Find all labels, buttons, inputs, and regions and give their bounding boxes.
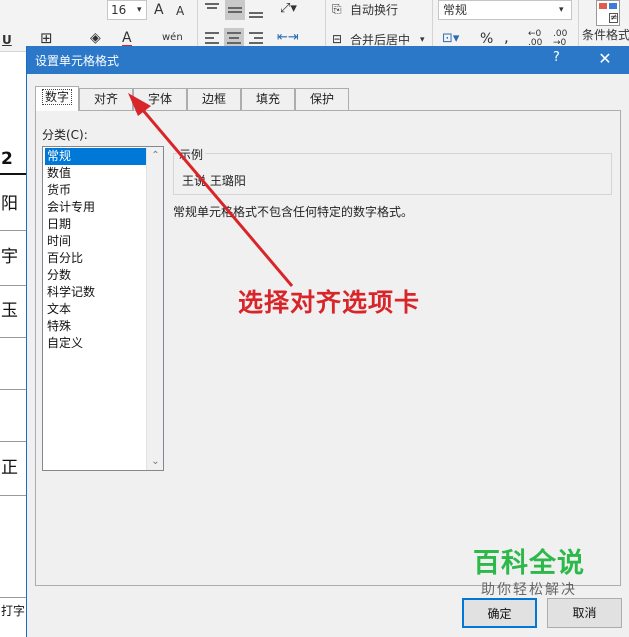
list-item[interactable]: 时间 (45, 233, 146, 250)
sheet-cell[interactable] (0, 338, 26, 390)
ribbon-divider (197, 0, 198, 52)
scroll-down-icon[interactable]: ⌄ (147, 453, 164, 470)
list-item[interactable]: 特殊 (45, 318, 146, 335)
list-item[interactable]: 数值 (45, 165, 146, 182)
sheet-cell[interactable]: 宇 (0, 231, 26, 286)
list-item[interactable]: 分数 (45, 267, 146, 284)
list-item[interactable]: 科学记数 (45, 284, 146, 301)
merge-center-icon[interactable]: ⊟ (332, 31, 342, 47)
grow-font-button[interactable]: A (154, 2, 164, 18)
conditional-format-icon[interactable]: ≠ (596, 0, 620, 26)
tab-label: 数字 (41, 89, 72, 105)
wrap-text-icon[interactable]: ⎘ (332, 1, 342, 17)
sample-legend: 示例 (177, 146, 206, 163)
list-item[interactable]: 货币 (45, 182, 146, 199)
tab-label: 边框 (201, 92, 226, 106)
tab-protection[interactable]: 保护 (295, 88, 349, 110)
indent-icon[interactable]: ⇤⇥ (277, 30, 299, 46)
comma-button[interactable]: , (504, 29, 509, 45)
list-item[interactable]: 常规 (45, 148, 146, 165)
tab-number[interactable]: 数字 (35, 86, 79, 111)
sheet-cell[interactable]: 2 (0, 149, 26, 175)
align-right-icon[interactable] (249, 32, 263, 44)
category-listbox[interactable]: 常规 数值 货币 会计专用 日期 时间 百分比 分数 科学记数 文本 特殊 自定… (42, 146, 164, 471)
underline-button[interactable]: U (2, 32, 12, 48)
currency-icon[interactable]: ⊡▾ (442, 31, 459, 47)
sheet-cell[interactable]: 正 (0, 442, 26, 496)
sheet-cell[interactable] (0, 390, 26, 442)
list-item[interactable]: 会计专用 (45, 199, 146, 216)
sheet-cell[interactable]: 玉 (0, 286, 26, 338)
watermark: 百科全说 助你轻松解决 (465, 548, 593, 606)
list-item[interactable]: 日期 (45, 216, 146, 233)
sheet-cell[interactable]: 打字 (0, 597, 26, 627)
list-item[interactable]: 自定义 (45, 335, 146, 352)
tab-border[interactable]: 边框 (187, 88, 241, 110)
tab-alignment[interactable]: 对齐 (79, 88, 133, 110)
help-button[interactable]: ? (553, 50, 560, 65)
shrink-font-button[interactable]: A (176, 3, 184, 19)
worksheet-edge: 2 阳 宇 玉 正 打字 (0, 52, 26, 637)
ribbon-divider (432, 0, 433, 52)
ribbon-divider (578, 0, 579, 52)
sheet-cell[interactable]: 阳 (0, 180, 26, 231)
chevron-down-icon: ▾ (137, 5, 142, 15)
dialog-titlebar[interactable]: 设置单元格格式 ? ✕ (27, 46, 629, 74)
phonetic-button[interactable]: wén (162, 30, 183, 46)
list-item[interactable]: 百分比 (45, 250, 146, 267)
annotation-text: 选择对齐选项卡 (238, 288, 421, 317)
watermark-title: 百科全说 (473, 548, 585, 579)
chevron-down-icon: ▾ (559, 5, 564, 15)
format-description: 常规单元格格式不包含任何特定的数字格式。 (173, 205, 414, 219)
scroll-up-icon[interactable]: ⌃ (147, 147, 164, 164)
tab-label: 保护 (309, 92, 334, 106)
tab-label: 对齐 (93, 92, 118, 106)
orientation-icon[interactable]: ⤢▾ (280, 1, 297, 17)
wrap-text-button[interactable]: 自动换行 (350, 2, 398, 18)
align-left-icon[interactable] (205, 32, 219, 44)
excel-ribbon: 16 ▾ A A U ⊞ ◈ A wén ⤢▾ ⇤⇥ ⎘ 自动换行 ⊟ 合并后居… (0, 0, 629, 52)
tab-fill[interactable]: 填充 (241, 88, 295, 110)
watermark-subtitle: 助你轻松解决 (481, 582, 577, 598)
align-center-icon[interactable] (224, 28, 244, 48)
category-label: 分类(C): (42, 128, 88, 142)
align-middle-icon[interactable] (225, 0, 245, 20)
ribbon-divider (325, 0, 326, 52)
align-top-icon[interactable] (205, 2, 219, 14)
tab-label: 填充 (255, 92, 280, 106)
list-item[interactable]: 文本 (45, 301, 146, 318)
conditional-format-button[interactable]: 条件格式 (582, 27, 629, 43)
dialog-title: 设置单元格格式 (35, 54, 120, 68)
align-bottom-icon[interactable] (249, 4, 263, 18)
fill-color-icon[interactable]: ◈ (90, 30, 101, 46)
font-size-value: 16 (111, 3, 127, 17)
font-size-box[interactable]: 16 ▾ (107, 0, 147, 20)
format-cells-dialog: 设置单元格格式 ? ✕ 数字 对齐 字体 边框 填充 保护 分类(C): 常规 … (26, 46, 629, 637)
scrollbar[interactable]: ⌃ ⌄ (146, 147, 163, 470)
number-format-value: 常规 (443, 3, 468, 17)
percent-button[interactable]: % (480, 31, 493, 47)
tab-font[interactable]: 字体 (133, 88, 187, 110)
close-icon[interactable]: ✕ (595, 49, 615, 68)
sample-value: 王说 王璐阳 (182, 174, 246, 188)
border-icon[interactable]: ⊞ (40, 30, 53, 46)
number-format-select[interactable]: 常规 ▾ (438, 0, 572, 20)
tab-label: 字体 (147, 92, 172, 106)
